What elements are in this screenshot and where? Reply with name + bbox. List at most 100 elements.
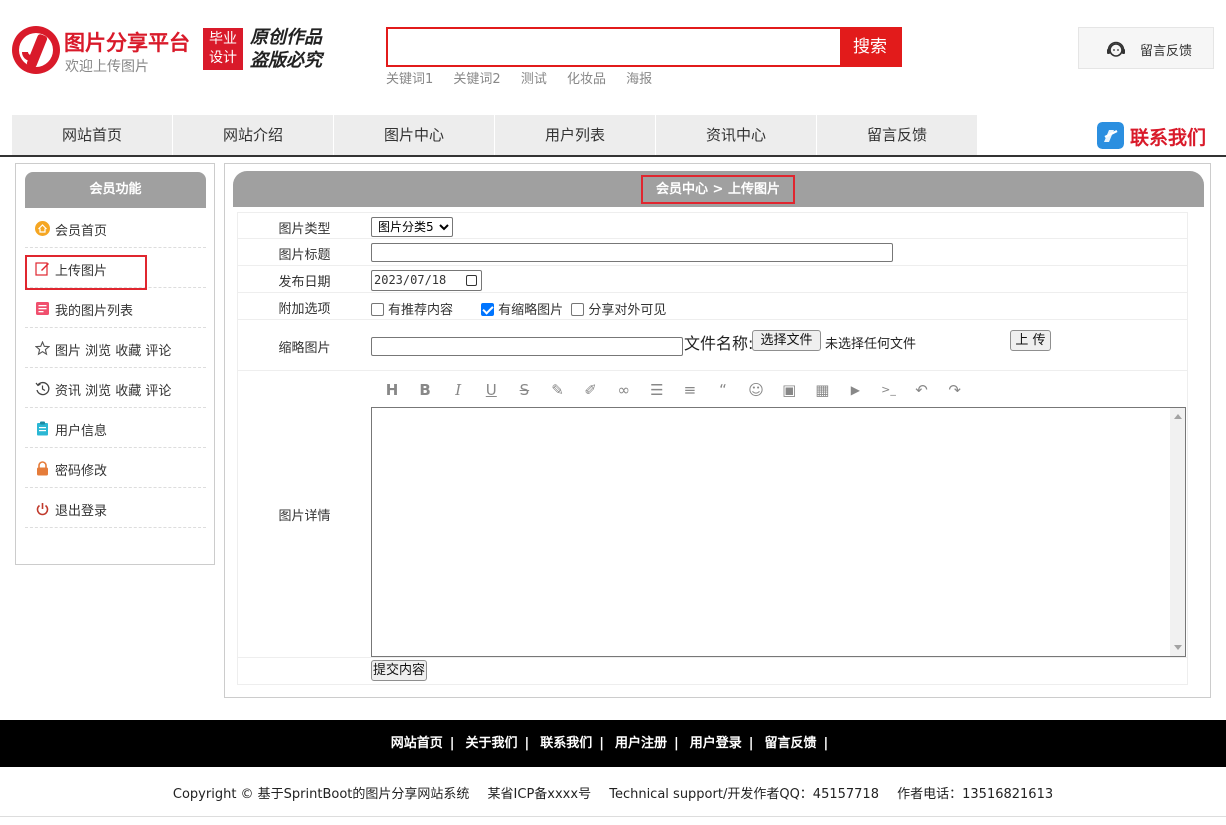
edit-icon [35, 262, 49, 276]
table-icon[interactable]: ▦ [811, 379, 833, 401]
footer-separator: | [748, 736, 754, 751]
hot-keyword[interactable]: 化妆品 [567, 72, 606, 87]
content-header: 会员中心 > 上传图片 [233, 171, 1204, 207]
sidebar-item-label: 退出登录 [55, 504, 108, 519]
support-text: Technical support/开发作者QQ：45157718 [609, 787, 879, 802]
icp-text: 某省ICP备xxxx号 [487, 787, 592, 802]
nav-item-news[interactable]: 资讯中心 [656, 115, 817, 155]
footer-link-login[interactable]: 用户登录 [690, 736, 742, 751]
hot-keyword[interactable]: 测试 [521, 72, 547, 87]
image-icon[interactable]: ▣ [778, 379, 800, 401]
extra-options: 有推荐内容 有缩略图片 分享对外可见 [371, 299, 672, 318]
no-file-text: 未选择任何文件 [825, 337, 917, 352]
editor-textarea[interactable] [371, 407, 1186, 657]
search-button[interactable]: 搜索 [840, 29, 900, 65]
quote-icon[interactable]: “ [712, 379, 734, 401]
slogan: 原创作品 盗版必究 [250, 26, 330, 72]
editor-scrollbar[interactable] [1170, 408, 1185, 656]
footer-link-register[interactable]: 用户注册 [615, 736, 667, 751]
submit-button[interactable]: 提交内容 [371, 660, 427, 681]
list-icon[interactable]: ☰ [646, 379, 668, 401]
logo-hook [22, 52, 38, 61]
video-icon[interactable]: ▶ [844, 379, 866, 401]
publish-date-input[interactable]: 2023/07/18 [371, 270, 482, 291]
thumbnail-checkbox[interactable] [481, 303, 495, 316]
sidebar-item-picture-activity[interactable]: 图片 浏览 收藏 评论 [25, 328, 206, 368]
share-checkbox[interactable] [571, 303, 585, 316]
footer-separator: | [599, 736, 604, 751]
bold-icon[interactable]: B [414, 379, 436, 401]
search-box: 搜索 [386, 27, 902, 67]
brush-icon[interactable]: ✐ [580, 379, 602, 401]
calendar-icon[interactable] [466, 275, 477, 286]
copyright-text: Copyright © 基于SprintBoot的图片分享网站系统 [172, 787, 470, 802]
option-thumbnail[interactable]: 有缩略图片 [481, 303, 563, 318]
picture-type-select[interactable]: 图片分类5 [371, 217, 453, 237]
copyright: Copyright © 基于SprintBoot的图片分享网站系统 某省ICP备… [0, 783, 1226, 802]
redo-icon[interactable]: ↷ [944, 379, 966, 401]
option-share[interactable]: 分享对外可见 [571, 303, 666, 318]
option-label: 有缩略图片 [498, 303, 564, 318]
hot-keywords: 关键词1 关键词2 测试 化妆品 海报 [386, 68, 668, 87]
form-row-thumbnail: 缩略图片 文件名称: 选择文件 未选择任何文件 上 传 [237, 320, 1188, 371]
italic-icon[interactable]: I [447, 379, 469, 401]
slogan-line1: 原创作品 [250, 27, 322, 48]
link-icon[interactable]: ∞ [613, 379, 635, 401]
sidebar-item-password[interactable]: 密码修改 [25, 448, 206, 488]
option-recommend[interactable]: 有推荐内容 [371, 303, 453, 318]
star-icon [35, 341, 50, 356]
footer-link-contact[interactable]: 联系我们 [540, 736, 592, 751]
detail-field: H B I U S ✎ ✐ ∞ ☰ ≡ “ ☺ ▣ ▦ ▶ >_ ↶ ↷ [371, 371, 1188, 657]
badge-line2: 设计 [209, 50, 237, 66]
nav-item-home[interactable]: 网站首页 [12, 115, 173, 155]
footer-separator: | [674, 736, 679, 751]
nav-item-feedback[interactable]: 留言反馈 [817, 115, 978, 155]
emoji-icon[interactable]: ☺ [745, 379, 767, 401]
strikethrough-icon[interactable]: S [513, 379, 535, 401]
code-icon[interactable]: >_ [878, 379, 900, 401]
nav-item-pictures[interactable]: 图片中心 [334, 115, 495, 155]
form-row-type: 图片类型 图片分类5 [237, 212, 1188, 239]
scroll-down-arrow-icon[interactable] [1174, 645, 1182, 650]
lock-icon [37, 461, 48, 476]
sidebar-item-my-pictures[interactable]: 我的图片列表 [25, 288, 206, 328]
sidebar-item-logout[interactable]: 退出登录 [25, 488, 206, 528]
heading-icon[interactable]: H [381, 379, 403, 401]
hot-keyword[interactable]: 关键词2 [453, 72, 500, 87]
search-input[interactable] [388, 29, 840, 65]
upload-form: 图片类型 图片分类5 图片标题 发布日期 2023/07/18 附加选项 有推荐… [237, 212, 1188, 685]
align-icon[interactable]: ≡ [679, 379, 701, 401]
hot-keyword[interactable]: 海报 [626, 72, 652, 87]
history-icon [35, 381, 50, 396]
nav-item-about[interactable]: 网站介绍 [173, 115, 334, 155]
sidebar-item-news-activity[interactable]: 资讯 浏览 收藏 评论 [25, 368, 206, 408]
picture-title-input[interactable] [371, 243, 893, 262]
sidebar-item-member-home[interactable]: 会员首页 [25, 208, 206, 248]
choose-file-button[interactable]: 选择文件 [752, 330, 821, 351]
phone-icon [1097, 122, 1124, 149]
thumbnail-path-input[interactable] [371, 337, 683, 356]
undo-icon[interactable]: ↶ [911, 379, 933, 401]
scroll-up-arrow-icon[interactable] [1174, 414, 1182, 419]
type-label: 图片类型 [278, 222, 331, 237]
thumbnail-label: 缩略图片 [278, 341, 331, 356]
picture-list-icon [36, 302, 49, 315]
pen-icon[interactable]: ✎ [547, 379, 569, 401]
contact-us-label: 联系我们 [1130, 127, 1207, 149]
underline-icon[interactable]: U [480, 379, 502, 401]
footer-link-about[interactable]: 关于我们 [465, 736, 517, 751]
recommend-checkbox[interactable] [371, 303, 384, 316]
upload-button[interactable]: 上 传 [1010, 330, 1051, 351]
sidebar-item-upload[interactable]: 上传图片 [25, 248, 206, 290]
sidebar-menu: 会员首页 上传图片 我的图片列表 图片 浏览 收藏 评论 资讯 浏览 收藏 评论… [25, 208, 206, 528]
detail-label: 图片详情 [278, 509, 331, 524]
bottom-divider [0, 816, 1226, 817]
footer-link-home[interactable]: 网站首页 [391, 736, 443, 751]
sidebar-item-user-info[interactable]: 用户信息 [25, 408, 206, 448]
footer-link-feedback[interactable]: 留言反馈 [765, 736, 817, 751]
file-name-label: 文件名称: [684, 334, 754, 353]
feedback-button[interactable]: 留言反馈 [1078, 27, 1214, 69]
site-logo[interactable] [12, 26, 60, 74]
nav-item-users[interactable]: 用户列表 [495, 115, 656, 155]
hot-keyword[interactable]: 关键词1 [386, 72, 433, 87]
